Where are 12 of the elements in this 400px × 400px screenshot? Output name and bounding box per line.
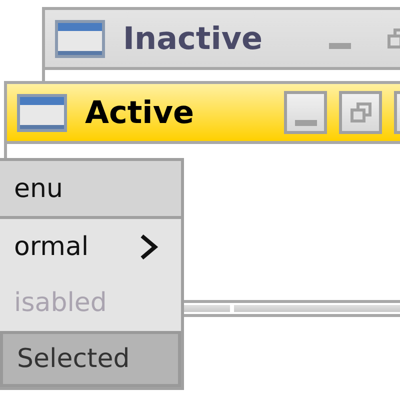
minimize-icon (329, 42, 351, 48)
minimize-button[interactable] (284, 91, 327, 134)
minimize-icon (294, 120, 316, 126)
restore-button[interactable] (339, 91, 382, 134)
menu-item[interactable]: ormal (0, 219, 181, 275)
window-title: Active (85, 94, 196, 130)
chevron-right-icon (139, 233, 159, 261)
window-icon (17, 94, 67, 132)
menu-title: enu (0, 161, 181, 219)
menu-item[interactable]: Selected (0, 331, 181, 387)
window-icon (55, 20, 105, 58)
window-title: Inactive (123, 20, 264, 56)
